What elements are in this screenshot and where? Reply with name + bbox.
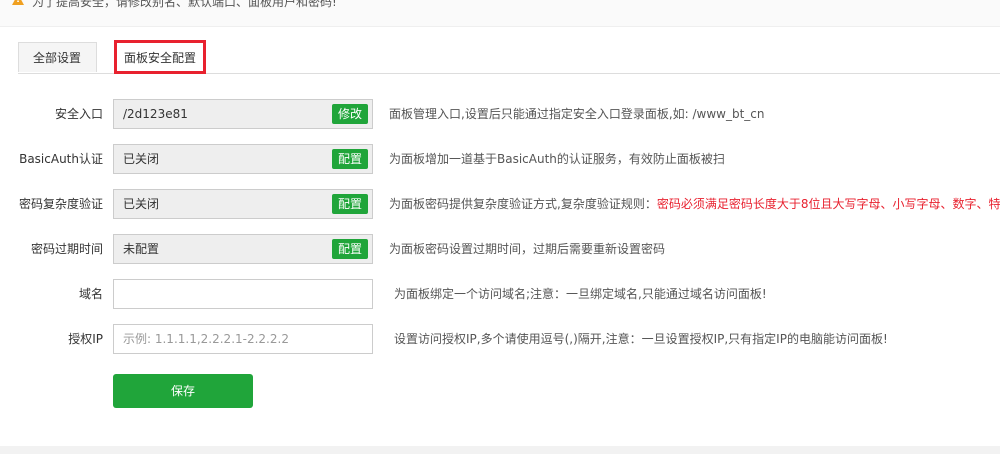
save-button[interactable]: 保存 [113,374,253,408]
password-expiry-label: 密码过期时间 [30,242,103,256]
footer-divider [0,446,1000,454]
basicauth-label: BasicAuth认证 [19,152,103,166]
domain-input[interactable] [113,279,373,309]
security-entry-value: /2d123e81 [123,107,188,121]
password-complexity-row: 密码复杂度验证 已关闭 配置 为面板密码提供复杂度验证方式,复杂度验证规则：密码… [0,189,1000,221]
tab-panel-security[interactable]: 面板安全配置 [114,40,206,74]
basicauth-row: BasicAuth认证 已关闭 配置 为面板增加一道基于BasicAuth的认证… [0,144,1000,176]
authorized-ip-label: 授权IP [68,332,103,346]
security-notice: ! 为了提高安全，请修改别名、默认端口、面板用户和密码! [0,0,1000,27]
password-complexity-desc: 为面板密码提供复杂度验证方式,复杂度验证规则：密码必须满足密码长度大于8位且大写… [389,189,1000,219]
modify-entry-button[interactable]: 修改 [331,104,368,124]
settings-tabs: 全部设置 面板安全配置 [18,40,1000,74]
password-complexity-value: 已关闭 [123,197,160,211]
password-expiry-field: 未配置 配置 [113,234,373,264]
password-expiry-value: 未配置 [123,242,160,256]
password-expiry-desc: 为面板密码设置过期时间，过期后需要重新设置密码 [389,242,666,256]
password-complexity-desc-text: 为面板密码提供复杂度验证方式,复杂度验证规则： [389,197,657,211]
config-password-complexity-button[interactable]: 配置 [331,194,368,214]
warning-icon-mark: ! [16,0,21,5]
domain-row: 域名 为面板绑定一个访问域名;注意：一旦绑定域名,只能通过域名访问面板! [0,279,1000,311]
tab-all-settings[interactable]: 全部设置 [18,42,97,72]
basicauth-desc: 为面板增加一道基于BasicAuth的认证服务，有效防止面板被扫 [389,152,725,166]
security-entry-label: 安全入口 [54,107,103,121]
password-complexity-rule: 密码必须满足密码长度大于8位且大写字母、小写字母、数字、特殊字符 [656,197,1000,211]
security-entry-desc: 面板管理入口,设置后只能通过指定安全入口登录面板,如: /www_bt_cn [389,107,765,121]
basicauth-value: 已关闭 [123,152,160,166]
password-expiry-row: 密码过期时间 未配置 配置 为面板密码设置过期时间，过期后需要重新设置密码 [0,234,1000,266]
security-entry-row: 安全入口 /2d123e81 修改 面板管理入口,设置后只能通过指定安全入口登录… [0,99,1000,131]
authorized-ip-desc: 设置访问授权IP,多个请使用逗号(,)隔开,注意：一旦设置授权IP,只有指定IP… [394,332,888,346]
domain-desc: 为面板绑定一个访问域名;注意：一旦绑定域名,只能通过域名访问面板! [394,287,767,301]
notice-text: 为了提高安全，请修改别名、默认端口、面板用户和密码! [32,0,337,9]
authorized-ip-placeholder: 示例: 1.1.1.1,2.2.2.1-2.2.2.2 [123,332,289,346]
config-password-expiry-button[interactable]: 配置 [331,239,368,259]
password-complexity-field: 已关闭 配置 [113,189,373,219]
domain-label: 域名 [78,287,103,301]
security-entry-field: /2d123e81 修改 [113,99,373,129]
basicauth-field: 已关闭 配置 [113,144,373,174]
config-basicauth-button[interactable]: 配置 [331,149,368,169]
password-complexity-label: 密码复杂度验证 [18,197,103,211]
authorized-ip-input[interactable]: 示例: 1.1.1.1,2.2.2.1-2.2.2.2 [113,324,373,354]
authorized-ip-row: 授权IP 示例: 1.1.1.1,2.2.2.1-2.2.2.2 设置访问授权I… [0,324,1000,356]
